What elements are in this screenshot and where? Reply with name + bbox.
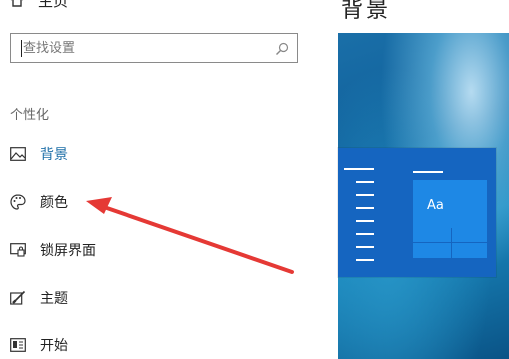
home-label: 主页	[38, 0, 69, 10]
preview-tile-grid	[413, 228, 487, 258]
preview-menu-lines	[344, 168, 374, 272]
background-preview: Aa	[338, 33, 509, 359]
settings-sidebar: 主页 个性化 背景 颜色 锁屏界面 主题 开始	[0, 0, 320, 359]
home-nav-item[interactable]: 主页	[10, 0, 68, 10]
sidebar-item-start[interactable]: 开始	[10, 333, 290, 357]
preview-window-mockup: Aa	[338, 148, 496, 277]
section-heading: 个性化	[10, 108, 50, 123]
picture-icon	[10, 147, 26, 161]
sidebar-item-themes[interactable]: 主题	[10, 286, 290, 310]
sidebar-item-label: 开始	[40, 338, 68, 354]
preview-content-pane: Aa	[413, 171, 487, 258]
start-menu-icon	[10, 338, 26, 352]
sidebar-item-label: 锁屏界面	[40, 243, 96, 259]
search-icon[interactable]	[275, 41, 289, 60]
sidebar-item-label: 主题	[40, 291, 68, 307]
preview-sample-text: Aa	[427, 198, 444, 213]
sidebar-item-background[interactable]: 背景	[10, 142, 290, 166]
sidebar-item-colors[interactable]: 颜色	[10, 190, 290, 214]
palette-icon	[10, 194, 26, 210]
search-input[interactable]	[23, 39, 263, 57]
home-icon	[10, 0, 24, 7]
sidebar-item-label: 背景	[40, 147, 68, 163]
theme-brush-icon	[10, 290, 26, 306]
text-cursor	[21, 40, 22, 57]
page-title: 背景	[341, 0, 392, 23]
sidebar-item-lock-screen[interactable]: 锁屏界面	[10, 238, 290, 262]
sidebar-item-label: 颜色	[40, 195, 68, 211]
lock-screen-icon	[10, 243, 26, 257]
search-box[interactable]	[10, 33, 298, 63]
